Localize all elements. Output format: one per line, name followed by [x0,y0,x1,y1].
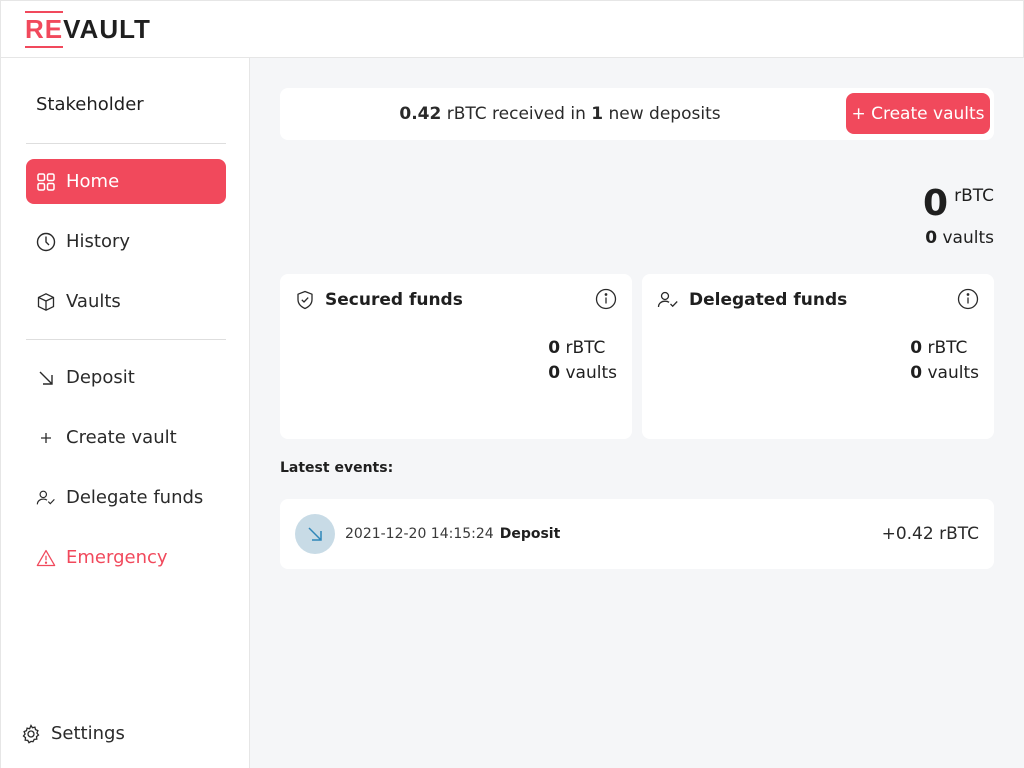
card-values: 0 rBTC 0 vaults [548,338,617,383]
event-amount: +0.42 rBTC [881,524,979,544]
sidebar-item-create-vault[interactable]: Create vault [26,415,226,460]
revault-logo[interactable]: REVAULT [25,16,151,42]
sidebar-item-label: Create vault [66,427,177,448]
deposits-banner-text: 0.42 rBTC received in 1 new deposits [399,104,721,124]
grid-icon [36,172,56,192]
plus-icon [36,428,56,448]
sidebar-item-label: Emergency [66,547,168,568]
info-icon[interactable] [595,288,617,314]
box-icon [36,292,56,312]
sidebar-item-label: Vaults [66,291,121,312]
event-row[interactable]: 2021-12-20 14:15:24 Deposit +0.42 rBTC [280,499,994,569]
sidebar-item-label: Home [66,171,120,192]
latest-events-heading: Latest events: [280,460,394,476]
app-header: REVAULT [0,0,1024,58]
card-title: Secured funds [325,290,463,310]
sidebar-item-history[interactable]: History [26,219,226,264]
settings-button[interactable]: Settings [21,723,125,744]
received-amount: 0.42 [399,104,442,124]
sidebar-item-delegate-funds[interactable]: Delegate funds [26,475,226,520]
deposits-banner: 0.42 rBTC received in 1 new deposits + C… [280,88,994,140]
settings-label: Settings [51,723,125,744]
total-amount: 0 [923,183,949,224]
create-vaults-button[interactable]: + Create vaults [846,93,990,134]
sidebar-item-label: Delegate funds [66,487,204,508]
total-balance: 0 rBTC 0 vaults [923,183,994,249]
arrow-down-right-icon [36,368,56,388]
user-check-icon [36,488,56,508]
total-vaults: 0 vaults [925,228,994,248]
shield-check-icon [295,290,315,310]
sidebar-divider [26,143,226,144]
delegated-funds-card: Delegated funds 0 rBTC 0 vaults [642,274,994,439]
user-check-icon [657,291,679,309]
event-date: 2021-12-20 14:15:24 [345,526,494,542]
card-values: 0 rBTC 0 vaults [910,338,979,383]
sidebar-item-deposit[interactable]: Deposit [26,355,226,400]
total-unit: rBTC [954,186,994,206]
sidebar-item-emergency[interactable]: Emergency [26,535,226,580]
sidebar-item-home[interactable]: Home [26,159,226,204]
sidebar-divider [26,339,226,340]
main-content: 0.42 rBTC received in 1 new deposits + C… [250,58,1024,768]
role-label: Stakeholder [36,94,144,115]
event-type: Deposit [499,526,561,542]
sidebar-item-vaults[interactable]: Vaults [26,279,226,324]
sidebar-item-label: History [66,231,131,252]
gear-icon [21,723,41,744]
clock-icon [36,232,56,252]
secured-funds-card: Secured funds 0 rBTC 0 vaults [280,274,632,439]
deposit-count: 1 [591,104,604,124]
info-icon[interactable] [957,288,979,314]
deposit-event-icon [295,514,335,554]
sidebar-item-label: Deposit [66,367,135,388]
sidebar: Stakeholder Home History Vaults Deposit … [0,58,250,768]
warning-icon [36,548,56,568]
card-title: Delegated funds [689,290,848,310]
